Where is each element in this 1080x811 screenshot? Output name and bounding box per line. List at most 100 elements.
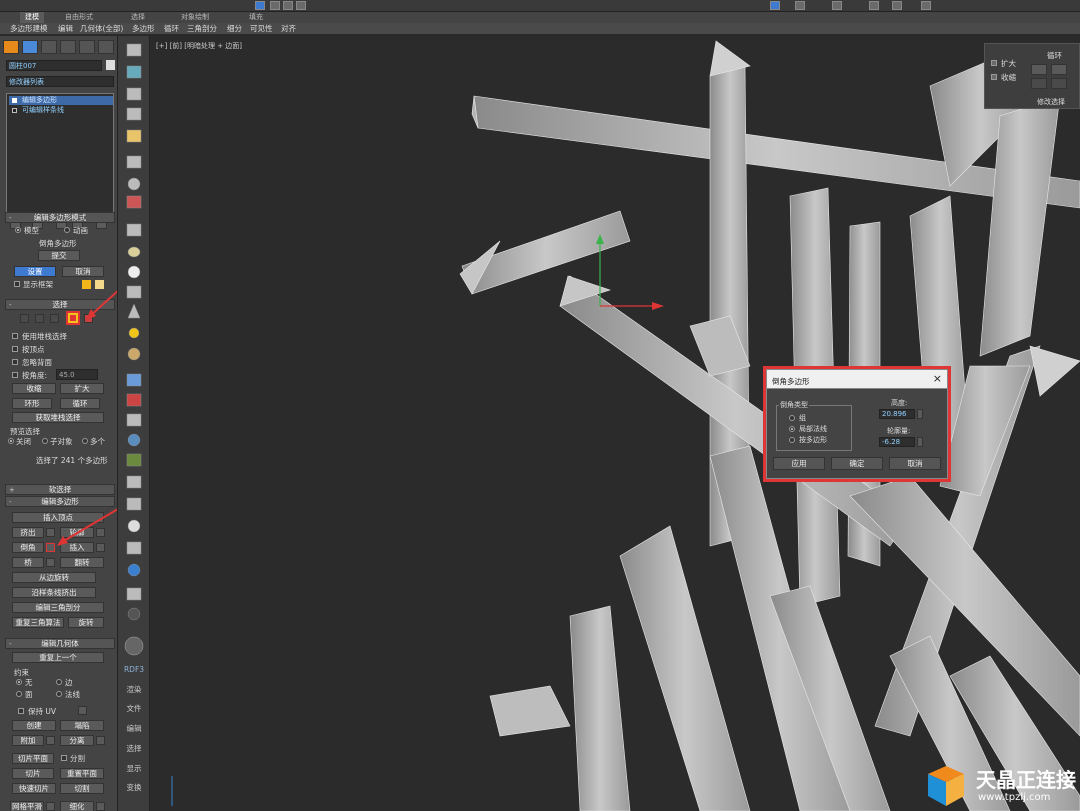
outline-input[interactable]: -6.28 (879, 437, 915, 447)
transform-menu[interactable]: 变换 (118, 782, 150, 793)
watermark: 天晶正连接 www.tpzlj.com (924, 762, 1080, 810)
tool-icon[interactable] (126, 475, 142, 489)
top-toolbar (0, 0, 1080, 12)
sphere-icon[interactable] (127, 177, 141, 191)
rdf3-label[interactable]: RDF3 (118, 665, 150, 674)
bone-icon[interactable] (126, 413, 142, 427)
ribbon-edit[interactable]: 编辑 (58, 23, 73, 35)
select-tool-icon[interactable] (255, 1, 265, 10)
plus-icon[interactable] (1031, 64, 1047, 75)
document-icon[interactable] (126, 587, 142, 601)
loop-shift-icon[interactable] (1031, 78, 1047, 89)
ribbon-polygons[interactable]: 多边形 (132, 23, 155, 35)
globe-icon[interactable] (127, 433, 141, 447)
select-menu[interactable]: 选择 (118, 743, 150, 754)
loop-label[interactable]: 循环 (1047, 50, 1062, 61)
blue-sphere-icon[interactable] (127, 563, 141, 577)
mirror-icon[interactable] (126, 497, 142, 511)
display-menu[interactable]: 显示 (118, 763, 150, 774)
crystal-rod (489, 685, 571, 737)
ribbon-geometry[interactable]: 几何体(全部) (80, 23, 123, 35)
brand-url: www.tpzlj.com (978, 792, 1051, 803)
bevel-polygons-dialog: 倒角多边形 × 倒角类型 组 局部法线 按多边形 高度: 20.896 轮廓量:… (766, 369, 948, 479)
tab-populate[interactable]: 填充 (244, 12, 268, 23)
grow-label[interactable]: 扩大 (1001, 58, 1016, 69)
particle-icon[interactable] (126, 393, 142, 407)
type-local-normal-radio[interactable] (789, 426, 795, 432)
scale-tool-icon[interactable] (296, 1, 306, 10)
light-icon[interactable] (126, 129, 142, 143)
render-setup-icon[interactable] (921, 1, 931, 10)
shrink-label[interactable]: 收缩 (1001, 72, 1016, 83)
brand-name: 天晶正连接 (976, 768, 1076, 792)
command-panel: 圆柱007 修改器列表 编辑多边形 可编辑样条线 - 编辑多边形模式 模型 动画 … (0, 36, 118, 811)
cancel-button[interactable]: 取消 (889, 457, 941, 470)
ribbon-visibility[interactable]: 可见性 (250, 23, 273, 35)
annotation-arrows (57, 290, 117, 546)
modify-selection-label[interactable]: 修改选择 (1037, 97, 1065, 107)
plant-icon[interactable] (126, 453, 142, 467)
grow-icon[interactable] (991, 60, 997, 66)
type-group-label: 组 (799, 414, 806, 422)
type-by-polygon-radio[interactable] (789, 437, 795, 443)
gizmo-x-arrow[interactable] (652, 302, 664, 310)
geosphere-icon[interactable] (127, 347, 141, 361)
type-group-radio[interactable] (789, 415, 795, 421)
tab-modeling[interactable]: 建模 (20, 12, 44, 23)
cone-icon[interactable] (127, 303, 141, 319)
loop-ring-icon[interactable] (1051, 78, 1067, 89)
ribbon-subdiv[interactable]: 细分 (227, 23, 242, 35)
viewcube-icon[interactable] (124, 636, 144, 656)
move-tool-icon[interactable] (270, 1, 280, 10)
annotation-arrow-line (61, 508, 117, 543)
mirror-icon[interactable] (795, 1, 805, 10)
type-by-polygon-label: 按多边形 (799, 436, 827, 444)
render-menu[interactable]: 渲染 (118, 684, 150, 695)
align-icon[interactable] (832, 1, 842, 10)
hair-icon[interactable] (126, 373, 142, 387)
tab-selection[interactable]: 选择 (126, 12, 150, 23)
hemisphere-icon[interactable] (127, 246, 141, 258)
file-menu[interactable]: 文件 (118, 703, 150, 714)
curve-editor-icon[interactable] (892, 1, 902, 10)
edit-menu[interactable]: 编辑 (118, 723, 150, 734)
layer-icon[interactable] (869, 1, 879, 10)
layers-icon[interactable] (126, 107, 142, 121)
dialog-title: 倒角多边形 (772, 377, 810, 386)
height-spinner[interactable] (917, 409, 923, 419)
crystal-rod (1029, 345, 1080, 397)
type-local-normal-label: 局部法线 (799, 425, 827, 433)
ribbon-tris[interactable]: 三角剖分 (187, 23, 217, 35)
omni-light-icon[interactable] (127, 265, 141, 279)
snap-icon[interactable] (770, 1, 780, 10)
modify-selection-panel: 循环 扩大 收缩 修改选择 (984, 43, 1080, 109)
tab-freeform[interactable]: 自由形式 (60, 12, 98, 23)
ribbon-subbar: 多边形建模 编辑 几何体(全部) 多边形 循环 三角剖分 细分 可见性 对齐 (0, 23, 1080, 35)
material-icon[interactable] (126, 195, 142, 209)
close-icon[interactable]: × (933, 372, 942, 385)
tab-object-paint[interactable]: 对象绘制 (176, 12, 214, 23)
teapot-icon[interactable] (126, 43, 142, 57)
ok-button[interactable]: 确定 (831, 457, 883, 470)
annotation-arrow-line (89, 290, 117, 317)
camera-icon[interactable] (126, 155, 142, 169)
lock-icon[interactable] (126, 541, 142, 555)
outline-spinner[interactable] (917, 437, 923, 447)
render-frame-icon[interactable] (126, 65, 142, 79)
rotate-tool-icon[interactable] (283, 1, 293, 10)
crystal-rod (569, 605, 631, 811)
ribbon-poly-modeling[interactable]: 多边形建模 (10, 23, 48, 35)
ribbon-align[interactable]: 对齐 (281, 23, 296, 35)
ribbon-loops[interactable]: 循环 (164, 23, 179, 35)
sun-icon[interactable] (128, 327, 140, 339)
ball-icon[interactable] (127, 519, 141, 533)
help-icon[interactable] (127, 607, 141, 621)
height-input[interactable]: 20.896 (879, 409, 915, 419)
minus-icon[interactable] (1051, 64, 1067, 75)
box-icon[interactable] (126, 223, 142, 237)
shrink-icon[interactable] (991, 74, 997, 80)
torus-icon[interactable] (126, 285, 142, 299)
height-label: 高度: (891, 399, 908, 407)
scene-explorer-icon[interactable] (126, 87, 142, 101)
apply-button[interactable]: 应用 (773, 457, 825, 470)
